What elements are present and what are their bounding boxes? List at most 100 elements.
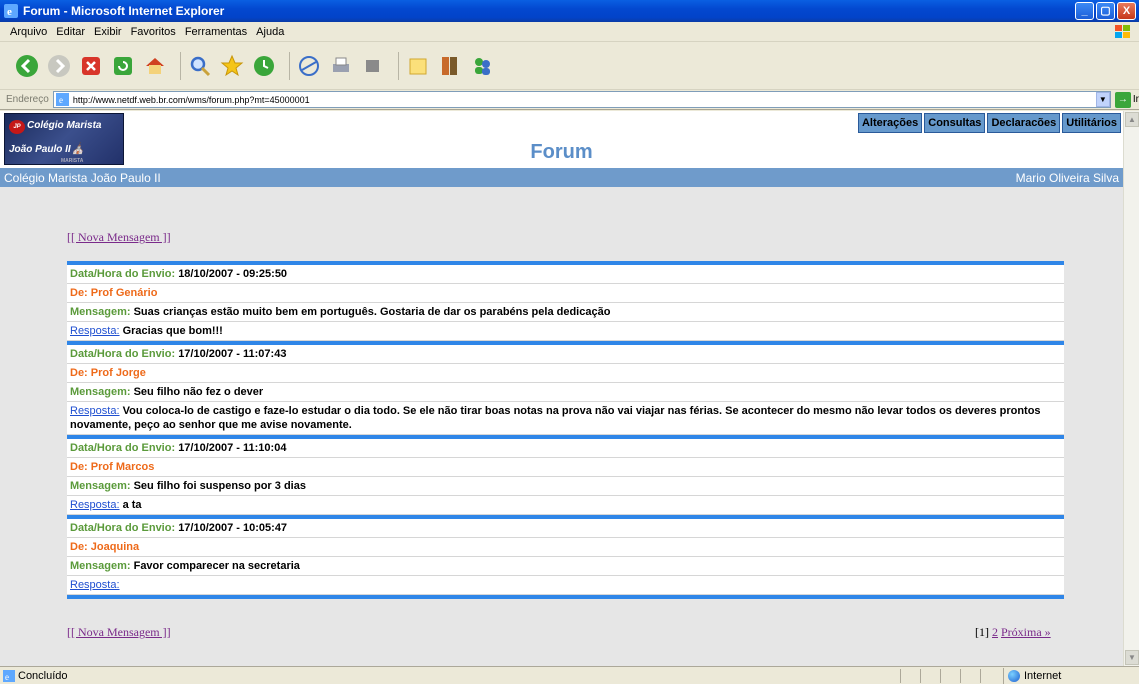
message-reply-row: Resposta: <box>67 576 1064 595</box>
address-url: http://www.netdf.web.br.com/wms/forum.ph… <box>72 94 310 105</box>
message-text: Seu filho não fez o dever <box>133 386 264 398</box>
stop-icon <box>82 56 100 75</box>
nav-declaracoes[interactable]: Declaracões <box>987 113 1061 133</box>
message-from-row: De: Joaquina <box>67 538 1064 557</box>
address-bar: Endereço e http://www.netdf.web.br.com/w… <box>0 90 1139 110</box>
message-text-row: Mensagem: Seu filho não fez o dever <box>67 383 1064 402</box>
pager-page-2[interactable]: 2 <box>992 625 998 639</box>
message-from-row: De: Prof Genário <box>67 284 1064 303</box>
message-reply-row: Resposta: Gracias que bom!!! <box>67 322 1064 341</box>
reply-link[interactable]: Resposta: <box>70 325 120 337</box>
message-from: Prof Jorge <box>90 367 146 379</box>
print-icon <box>333 57 349 72</box>
svg-text:e: e <box>59 95 63 105</box>
status-cell <box>940 669 960 683</box>
reply-link[interactable]: Resposta: <box>70 499 120 511</box>
message-label: Mensagem: <box>70 306 131 318</box>
menu-editar[interactable]: Editar <box>56 26 85 38</box>
svg-text:e: e <box>5 672 9 682</box>
school-name: Colégio Marista João Paulo II <box>4 170 161 185</box>
go-arrow-icon: → <box>1114 91 1131 108</box>
close-button[interactable]: X <box>1117 2 1136 20</box>
forward-button[interactable] <box>46 53 72 79</box>
messenger-button[interactable] <box>469 53 495 79</box>
edit-icon <box>366 59 379 72</box>
research-button[interactable] <box>437 53 463 79</box>
from-label: De: <box>70 367 88 379</box>
address-input[interactable]: e http://www.netdf.web.br.com/wms/forum.… <box>52 91 1111 108</box>
edit-button[interactable] <box>360 53 386 79</box>
security-zone: Internet <box>1003 668 1139 684</box>
toolbar <box>0 42 1139 90</box>
status-cell <box>980 669 1000 683</box>
reply-link[interactable]: Resposta: <box>70 405 120 417</box>
message-reply: Vou coloca-lo de castigo e faze-lo estud… <box>70 405 1041 431</box>
message-card: Data/Hora do Envio: 17/10/2007 - 11:10:0… <box>67 435 1064 515</box>
status-cells <box>900 669 1000 683</box>
date-label: Data/Hora do Envio: <box>70 348 176 360</box>
back-button[interactable] <box>14 53 40 79</box>
message-reply-row: Resposta: a ta <box>67 496 1064 515</box>
refresh-icon <box>114 56 132 75</box>
scroll-down-icon[interactable]: ▼ <box>1125 650 1139 665</box>
menu-bar: Arquivo Editar Exibir Favoritos Ferramen… <box>0 22 1139 42</box>
home-button[interactable] <box>142 53 168 79</box>
menu-ferramentas[interactable]: Ferramentas <box>185 26 247 38</box>
from-label: De: <box>70 287 88 299</box>
scroll-up-icon[interactable]: ▲ <box>1125 112 1139 127</box>
from-label: De: <box>70 461 88 473</box>
search-button[interactable] <box>187 53 213 79</box>
new-message-link[interactable]: [[ Nova Mensagem ]] <box>67 230 171 245</box>
nav-alteracoes[interactable]: Alterações <box>857 113 923 133</box>
window-title: Forum - Microsoft Internet Explorer <box>23 4 225 18</box>
vertical-scrollbar[interactable]: ▲ ▼ <box>1123 111 1139 666</box>
nav-utilitarios[interactable]: Utilitários <box>1062 113 1121 133</box>
folder-icon <box>409 58 427 74</box>
reply-link[interactable]: Resposta: <box>70 579 120 591</box>
page-done-icon: e <box>3 669 15 682</box>
logo-line1: Colégio Marista <box>27 120 102 131</box>
refresh-button[interactable] <box>110 53 136 79</box>
ie-icon: e <box>4 4 18 18</box>
menu-ajuda[interactable]: Ajuda <box>256 26 284 38</box>
status-bar: e Concluído Internet <box>0 666 1139 684</box>
menu-arquivo[interactable]: Arquivo <box>10 26 47 38</box>
message-date: 17/10/2007 - 10:05:47 <box>178 522 288 534</box>
forum-list: Data/Hora do Envio: 18/10/2007 - 09:25:5… <box>67 261 1064 599</box>
crest-icon: JP <box>9 120 25 134</box>
date-label: Data/Hora do Envio: <box>70 268 176 280</box>
stop-button[interactable] <box>78 53 104 79</box>
pager-current: [1] <box>975 625 989 639</box>
message-from-row: De: Prof Marcos <box>67 458 1064 477</box>
message-label: Mensagem: <box>70 386 131 398</box>
menu-exibir[interactable]: Exibir <box>94 26 122 38</box>
message-date: 17/10/2007 - 11:07:43 <box>178 348 287 360</box>
search-icon <box>190 56 211 76</box>
message-from: Joaquina <box>90 541 140 553</box>
menu-favoritos[interactable]: Favoritos <box>131 26 176 38</box>
favorites-button[interactable] <box>219 53 245 79</box>
from-label: De: <box>70 541 88 553</box>
status-text: Concluído <box>18 669 68 682</box>
pager-next[interactable]: Próxima » <box>1001 625 1051 639</box>
message-reply: a ta <box>122 499 142 511</box>
user-name: Mario Oliveira Silva <box>1015 170 1119 185</box>
mail-button[interactable] <box>296 53 322 79</box>
minimize-button[interactable]: _ <box>1075 2 1094 20</box>
home-icon <box>146 57 164 74</box>
address-dropdown-icon[interactable]: ▼ <box>1095 92 1110 107</box>
print-button[interactable] <box>328 53 354 79</box>
go-button[interactable]: → Ir <box>1114 91 1139 108</box>
new-message-link-bottom[interactable]: [[ Nova Mensagem ]] <box>67 625 171 640</box>
folder-button[interactable] <box>405 53 431 79</box>
history-button[interactable] <box>251 53 277 79</box>
message-from-row: De: Prof Jorge <box>67 364 1064 383</box>
nav-consultas[interactable]: Consultas <box>924 113 986 133</box>
pagination: [1] 2 Próxima » <box>975 625 1051 640</box>
maximize-button[interactable]: ▢ <box>1096 2 1115 20</box>
message-date-row: Data/Hora do Envio: 18/10/2007 - 09:25:5… <box>67 265 1064 284</box>
toolbar-separator <box>398 51 399 80</box>
message-text: Seu filho foi suspenso por 3 dias <box>133 480 306 492</box>
date-label: Data/Hora do Envio: <box>70 442 176 454</box>
message-date-row: Data/Hora do Envio: 17/10/2007 - 10:05:4… <box>67 519 1064 538</box>
